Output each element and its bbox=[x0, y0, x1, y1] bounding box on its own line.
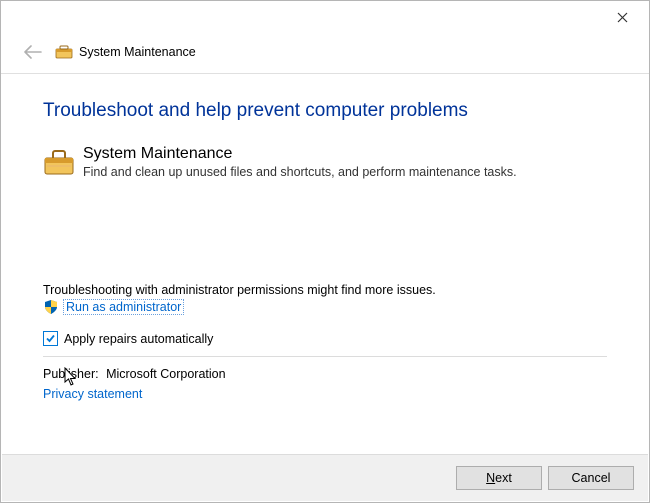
run-as-admin-link[interactable]: Run as administrator bbox=[63, 299, 184, 315]
apply-repairs-label: Apply repairs automatically bbox=[64, 332, 213, 346]
publisher-label: Publisher: bbox=[43, 367, 99, 381]
content-area: Troubleshoot and help prevent computer p… bbox=[1, 74, 649, 401]
back-arrow-icon bbox=[24, 45, 42, 59]
toolbox-icon bbox=[55, 43, 73, 61]
back-button[interactable] bbox=[19, 41, 47, 63]
title-bar bbox=[1, 1, 649, 35]
cancel-button[interactable]: Cancel bbox=[548, 466, 634, 490]
publisher-value: Microsoft Corporation bbox=[106, 367, 226, 381]
privacy-statement-link[interactable]: Privacy statement bbox=[43, 387, 607, 401]
admin-permissions-note: Troubleshooting with administrator permi… bbox=[43, 283, 607, 297]
apply-repairs-checkbox[interactable] bbox=[43, 331, 58, 346]
header: System Maintenance bbox=[1, 35, 649, 74]
next-button-rest: ext bbox=[495, 471, 512, 485]
window-title: System Maintenance bbox=[79, 45, 196, 59]
footer: Next Cancel bbox=[2, 454, 648, 501]
troubleshooter-description: Find and clean up unused files and short… bbox=[83, 165, 517, 179]
page-heading: Troubleshoot and help prevent computer p… bbox=[43, 100, 607, 122]
close-icon bbox=[617, 12, 628, 23]
toolbox-icon bbox=[43, 146, 75, 178]
troubleshooter-name: System Maintenance bbox=[83, 144, 517, 163]
apply-repairs-row: Apply repairs automatically bbox=[43, 331, 607, 346]
close-button[interactable] bbox=[603, 5, 641, 29]
run-as-admin-row: Run as administrator bbox=[43, 299, 607, 315]
separator bbox=[43, 356, 607, 357]
checkmark-icon bbox=[45, 333, 56, 344]
troubleshooter-block: System Maintenance Find and clean up unu… bbox=[43, 144, 607, 179]
shield-icon bbox=[43, 299, 59, 315]
next-button[interactable]: Next bbox=[456, 466, 542, 490]
publisher-row: Publisher: Microsoft Corporation bbox=[43, 367, 607, 381]
